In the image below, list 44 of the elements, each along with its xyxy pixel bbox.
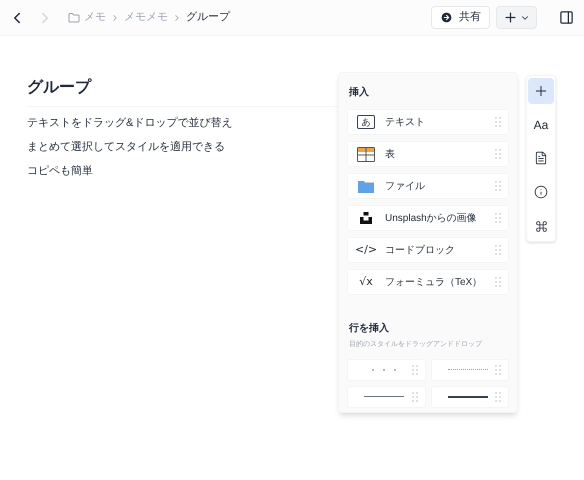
text-line: コピペも簡単 bbox=[27, 164, 94, 179]
toolbar-button[interactable]: Aa bbox=[528, 112, 554, 138]
share-button[interactable]: 共有 bbox=[431, 6, 490, 29]
insert-item[interactable]: √x フォーミュラ（TeX） bbox=[347, 269, 509, 295]
text-line: テキストをドラッグ&ドロップで並び替え bbox=[27, 116, 234, 131]
formula-icon: √x bbox=[359, 274, 373, 290]
add-button[interactable] bbox=[496, 6, 537, 29]
drag-handle-icon[interactable] bbox=[494, 364, 502, 376]
breadcrumb-item[interactable]: グループ bbox=[186, 9, 230, 26]
command-icon bbox=[534, 220, 548, 233]
folder-icon bbox=[68, 12, 80, 24]
thin-line-icon bbox=[364, 396, 404, 397]
insert-item[interactable]: </> コードブロック bbox=[347, 237, 509, 263]
code-icon: </> bbox=[354, 242, 378, 258]
plus-icon bbox=[503, 10, 518, 25]
document-title: グループ bbox=[27, 76, 338, 107]
text-line: まとめて選択してスタイルを適用できる bbox=[27, 140, 226, 155]
drag-handle-icon[interactable] bbox=[494, 116, 502, 128]
panel-title: 挿入 bbox=[348, 86, 370, 100]
document-icon bbox=[534, 151, 548, 166]
insert-item[interactable]: 表 bbox=[347, 141, 509, 167]
drag-handle-icon[interactable] bbox=[494, 390, 502, 402]
table-icon bbox=[357, 146, 375, 162]
section-title: 行を挿入 bbox=[348, 322, 390, 336]
insert-item[interactable]: ファイル bbox=[347, 173, 509, 199]
dotted-line-icon bbox=[448, 369, 488, 370]
divider-option[interactable] bbox=[430, 386, 509, 408]
insert-item[interactable]: Unsplashからの画像 bbox=[347, 205, 509, 231]
thick-line-icon bbox=[448, 396, 488, 398]
drag-handle-icon[interactable] bbox=[494, 148, 502, 160]
drag-handle-icon[interactable] bbox=[410, 364, 418, 376]
drag-handle-icon[interactable] bbox=[410, 390, 418, 402]
folder-icon bbox=[358, 180, 374, 192]
insert-item[interactable]: あ テキスト bbox=[347, 109, 509, 135]
drag-handle-icon[interactable] bbox=[494, 244, 502, 256]
text-icon: あ bbox=[357, 115, 375, 129]
drag-handle-icon[interactable] bbox=[494, 212, 502, 224]
share-icon bbox=[440, 11, 453, 24]
drag-handle-icon[interactable] bbox=[494, 180, 502, 192]
divider-option[interactable] bbox=[347, 386, 426, 408]
toolbar-button[interactable] bbox=[528, 78, 554, 104]
info-icon bbox=[534, 185, 548, 200]
drag-handle-icon[interactable] bbox=[494, 276, 502, 288]
sidebar-toggle-icon[interactable] bbox=[559, 10, 574, 25]
